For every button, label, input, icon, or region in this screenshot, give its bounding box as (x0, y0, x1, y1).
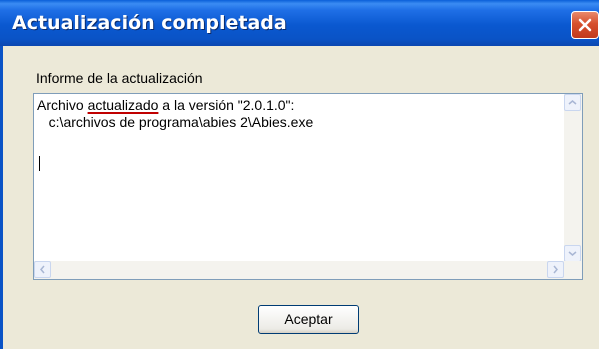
report-line1-prefix: Archivo (37, 97, 88, 113)
title-bar[interactable]: Actualización completada (0, 0, 599, 46)
close-icon (578, 18, 592, 32)
chevron-up-icon (568, 100, 577, 105)
report-line1-suffix: a la versión "2.0.1.0": (158, 97, 295, 113)
chevron-left-icon (40, 265, 45, 274)
scroll-right-button[interactable] (547, 261, 564, 278)
report-label: Informe de la actualización (36, 70, 203, 86)
chevron-right-icon (553, 265, 558, 274)
scrollbar-corner (564, 261, 582, 279)
scroll-down-button[interactable] (564, 245, 581, 262)
update-complete-dialog: Actualización completada Informe de la a… (0, 0, 599, 349)
window-title: Actualización completada (12, 12, 287, 34)
horizontal-scrollbar[interactable] (34, 261, 564, 279)
scroll-up-button[interactable] (564, 94, 581, 111)
close-button[interactable] (571, 11, 599, 39)
chevron-down-icon (568, 251, 577, 256)
text-caret (39, 156, 40, 171)
report-line2: c:\archivos de programa\abies 2\Abies.ex… (37, 114, 314, 130)
spellcheck-word: actualizado (87, 97, 159, 113)
vertical-scrollbar[interactable] (564, 94, 582, 262)
accept-button[interactable]: Aceptar (258, 305, 359, 334)
report-textbox[interactable]: Archivo actualizado a la versión "2.0.1.… (33, 93, 583, 280)
window-frame (0, 46, 3, 349)
report-text: Archivo actualizado a la versión "2.0.1.… (37, 97, 313, 131)
scroll-left-button[interactable] (34, 261, 51, 278)
